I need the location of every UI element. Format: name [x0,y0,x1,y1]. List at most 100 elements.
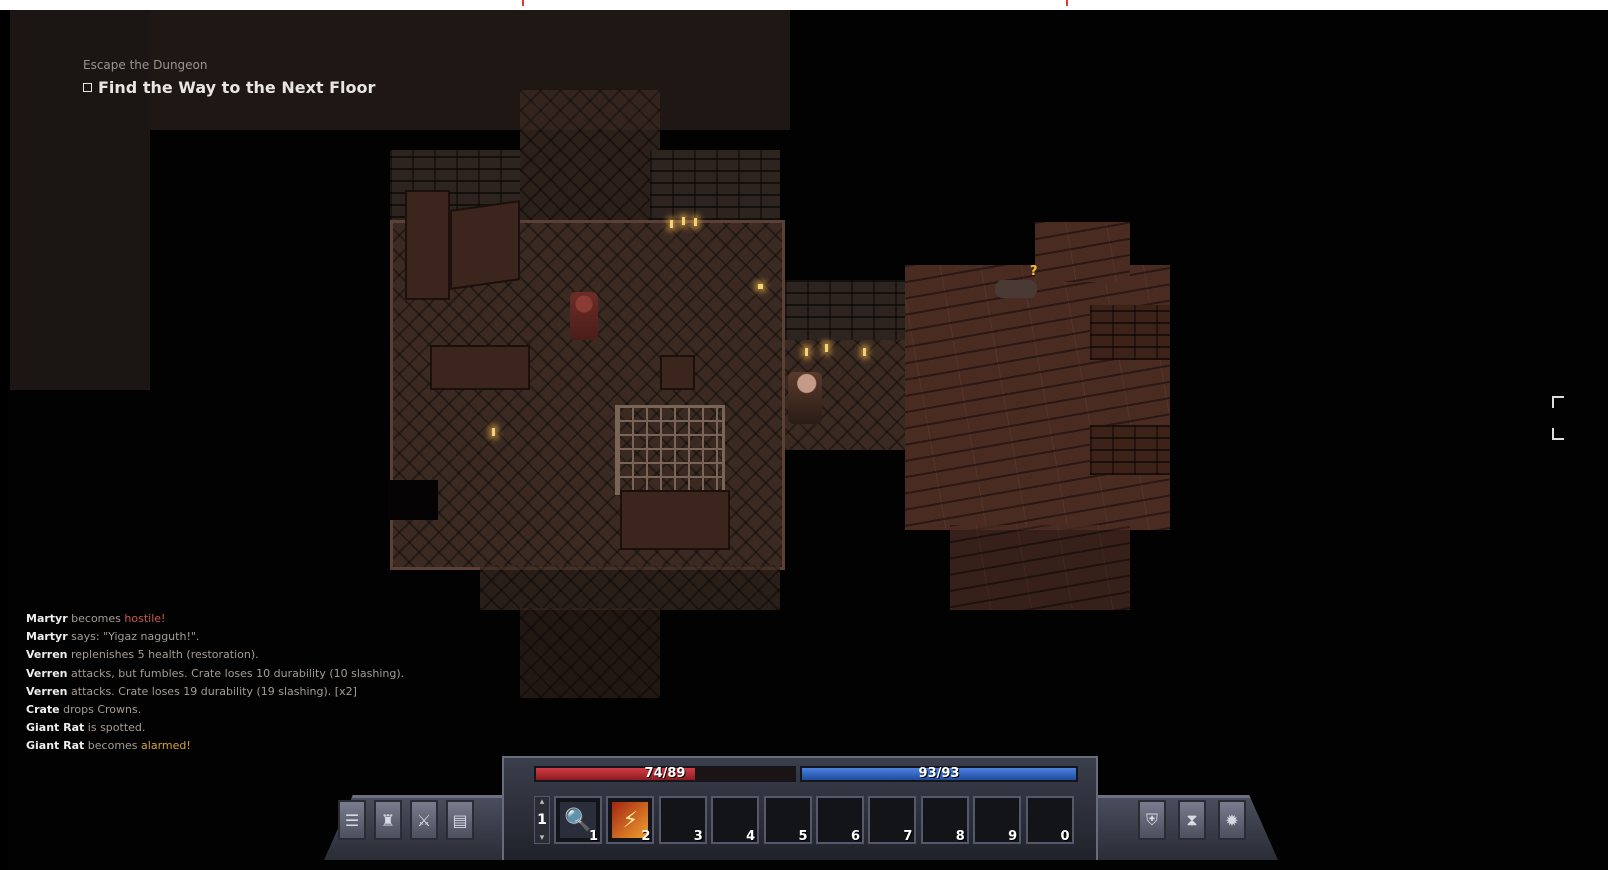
hotbar-key: 2 [641,829,651,844]
skills-button[interactable]: ⚔ [410,800,438,840]
skills-icon: ⚔ [416,810,432,830]
settings-button[interactable]: ✹ [1218,800,1246,840]
bookshelf [1090,425,1170,475]
health-label: 74/89 [644,766,686,781]
hud-panel: 74/89 93/93 ▴ 1 ▾ 🔍 1 ⚡ 2 3 4 5 6 7 8 9 0 ☰ ♜ ⚔ ▤ ⛨ ⧗ ✹ [262,748,1328,860]
candle [694,218,697,226]
page-down-icon[interactable]: ▾ [540,833,545,843]
hourglass-button[interactable]: ⧗ [1178,800,1206,840]
hotbar-key: 0 [1060,829,1070,844]
log-text: says: "Yigaz nagguth!". [67,630,200,644]
candle [492,428,495,436]
table [430,345,530,390]
candle [863,348,866,356]
wooden-room-floor [1035,222,1130,282]
log-line: Verren attacks, but fumbles. Crate loses… [26,665,404,683]
settings-icon: ✹ [1225,810,1239,830]
hotbar-key: 4 [746,829,756,844]
log-line: Martyr becomes hostile! [26,610,404,628]
hotbar-key: 6 [850,829,860,844]
candle [682,217,685,225]
hotbar-key: 8 [955,829,965,844]
alarmed-question-icon: ? [1030,264,1038,279]
candle [805,348,808,356]
broken-table [450,200,520,290]
player-verren[interactable] [788,372,822,424]
stone-wall [650,150,780,220]
cave-rock [150,10,790,130]
stone-wall [785,280,910,342]
energy-label: 93/93 [918,766,960,781]
log-text: is spotted. [84,721,146,735]
crate-debris[interactable] [620,490,730,550]
character-button[interactable]: ☰ [338,800,366,840]
log-text: replenishes 5 health (restoration). [67,648,259,662]
hotbar-key: 1 [588,829,598,844]
chair [660,355,695,390]
hotbar-slot-0[interactable]: 0 [1025,796,1074,844]
log-actor: Giant Rat [26,721,85,735]
abilities-button[interactable]: ♜ [374,800,402,840]
hotbar-pager[interactable]: ▴ 1 ▾ [534,796,550,844]
quest-objective-text: Find the Way to the Next Floor [98,78,376,97]
log-tail: ! [186,739,191,753]
guide-tick [522,0,524,6]
page-up-icon[interactable]: ▴ [540,797,545,807]
combat-log: Martyr becomes hostile! Martyr says: "Yig… [26,610,404,756]
hotbar-key: 9 [1008,829,1018,844]
quest-objective[interactable]: Find the Way to the Next Floor [83,78,375,97]
dropped-crowns[interactable] [758,284,763,289]
log-text: becomes [84,739,142,753]
game-viewport[interactable]: ? Escape the Dungeon Find the Way to the… [10,10,1608,870]
hotbar-slot-6[interactable]: 6 [816,796,864,844]
log-actor: Verren [26,648,68,662]
hourglass-icon: ⧗ [1186,810,1198,829]
shield-icon: ⛨ [1145,810,1158,829]
top-guide-strip [0,0,1608,10]
log-text: drops Crowns. [59,703,142,717]
quest-title: Escape the Dungeon [83,58,208,72]
log-actor: Crate [26,703,60,717]
hotbar-slot-7[interactable]: 7 [868,796,917,844]
hotbar-slot-4[interactable]: 4 [711,796,760,844]
hotbar-slot-8[interactable]: 8 [920,796,969,844]
log-line: Verren attacks. Crate loses 19 durabilit… [26,683,404,701]
log-actor: Giant Rat [26,739,85,753]
log-actor: Martyr [26,612,68,625]
log-status: alarmed [141,739,187,753]
log-text: attacks. Crate loses 19 durability (19 s… [67,684,357,698]
journal-icon: ▤ [452,810,468,830]
hotbar-slot-2[interactable]: ⚡ 2 [606,796,655,844]
log-actor: Verren [26,666,68,680]
log-status: hostile [124,612,162,625]
corridor-floor [480,565,780,610]
candle [670,220,673,228]
candle [825,344,828,352]
checkbox-icon [83,83,92,92]
hotbar-slot-9[interactable]: 9 [973,796,1022,844]
log-text: attacks, but fumbles. Crate loses 10 dur… [67,666,405,680]
hotbar-key: 7 [903,829,913,844]
hotbar-slot-3[interactable]: 3 [658,796,707,844]
hotbar-slot-5[interactable]: 5 [763,796,812,844]
page-number: 1 [537,812,547,828]
giant-rat-enemy[interactable] [995,280,1037,298]
energy-bar: 93/93 [800,766,1078,782]
expand-bracket-icon[interactable] [1552,396,1564,440]
hotbar-slot-1[interactable]: 🔍 1 [554,796,602,844]
journal-button[interactable]: ▤ [446,800,474,840]
iron-cage[interactable] [615,405,725,495]
log-actor: Martyr [26,630,68,644]
health-bar: 74/89 [534,766,796,782]
shield-button[interactable]: ⛨ [1138,800,1166,840]
hotbar-key: 3 [693,829,703,844]
abilities-icon: ♜ [380,810,396,830]
martyr-enemy[interactable] [570,292,598,340]
log-line: Giant Rat is spotted. [26,719,404,737]
character-icon: ☰ [344,810,360,830]
shadow [388,480,438,520]
log-text: becomes [67,612,125,625]
log-tail: ! [161,612,166,625]
bookshelf [405,190,450,300]
log-line: Crate drops Crowns. [26,701,404,719]
